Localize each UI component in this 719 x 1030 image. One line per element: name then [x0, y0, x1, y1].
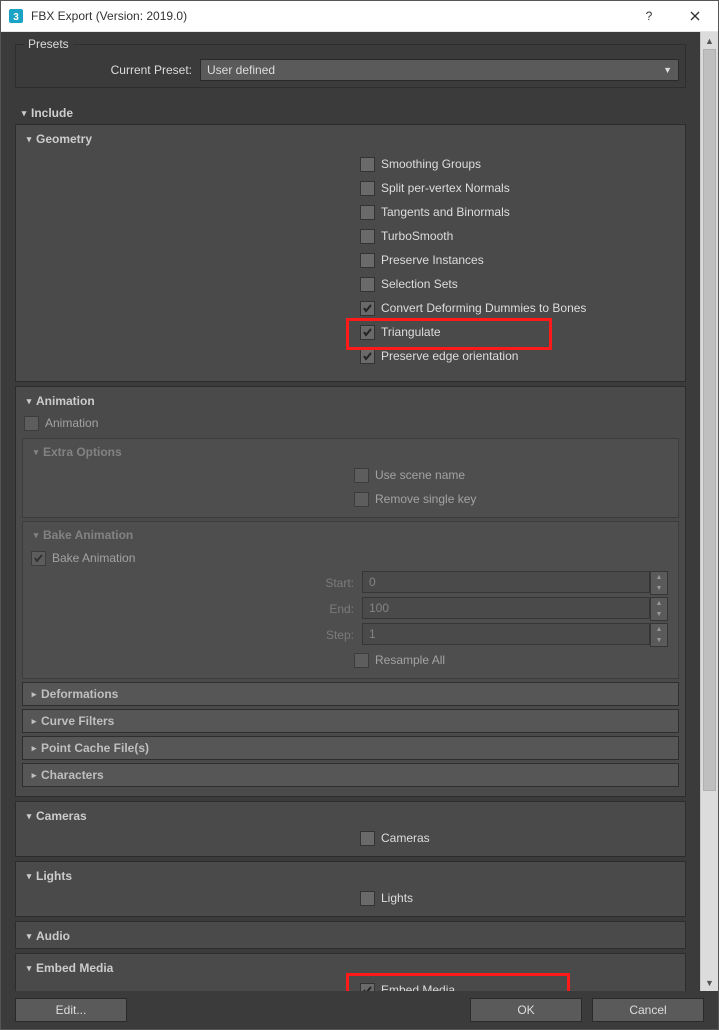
split-normals-row: Split per-vertex Normals	[22, 176, 679, 200]
smoothing-groups-row: Smoothing Groups	[22, 152, 679, 176]
cancel-button[interactable]: Cancel	[592, 998, 704, 1022]
selection-sets-checkbox[interactable]	[360, 277, 375, 292]
fbx-export-dialog: 3 FBX Export (Version: 2019.0) ? Presets…	[0, 0, 719, 1030]
presets-legend: Presets	[24, 37, 73, 51]
cameras-header[interactable]: Cameras	[22, 806, 679, 826]
close-button[interactable]	[672, 1, 718, 31]
bake-start-spinner[interactable]: ▲▼	[650, 571, 668, 595]
convert-dummies-row: Convert Deforming Dummies to Bones	[22, 296, 679, 320]
window-title: FBX Export (Version: 2019.0)	[31, 9, 626, 23]
selection-sets-row: Selection Sets	[22, 272, 679, 296]
current-preset-value: User defined	[207, 63, 275, 77]
include-header[interactable]: Include	[15, 102, 686, 124]
bake-step-input[interactable]: 1	[362, 623, 650, 645]
convert-dummies-checkbox[interactable]	[360, 301, 375, 316]
presets-group: Presets Current Preset: User defined ▼	[15, 44, 686, 88]
bake-animation-header[interactable]: Bake Animation	[29, 528, 672, 542]
bake-animation-subsection: Bake Animation Bake Animation Start:0▲▼ …	[22, 521, 679, 679]
tangents-checkbox[interactable]	[360, 205, 375, 220]
edit-button[interactable]: Edit...	[15, 998, 127, 1022]
remove-single-key-checkbox[interactable]	[354, 492, 369, 507]
svg-text:3: 3	[13, 12, 19, 23]
audio-header[interactable]: Audio	[22, 926, 679, 946]
preserve-edge-row: Preserve edge orientation	[22, 344, 679, 368]
geometry-header[interactable]: Geometry	[22, 129, 679, 149]
bake-animation-checkbox[interactable]	[31, 551, 46, 566]
bake-start-input[interactable]: 0	[362, 571, 650, 593]
smoothing-groups-checkbox[interactable]	[360, 157, 375, 172]
bake-end-input[interactable]: 100	[362, 597, 650, 619]
help-button[interactable]: ?	[626, 1, 672, 31]
current-preset-label: Current Preset:	[22, 63, 200, 77]
triangulate-row: Triangulate	[22, 320, 679, 344]
lights-checkbox[interactable]	[360, 891, 375, 906]
bake-step-label: Step:	[29, 628, 362, 642]
bake-end-label: End:	[29, 602, 362, 616]
turbosmooth-checkbox[interactable]	[360, 229, 375, 244]
triangulate-checkbox[interactable]	[360, 325, 375, 340]
cameras-section: Cameras Cameras	[15, 801, 686, 857]
dialog-content: Presets Current Preset: User defined ▼ I…	[1, 32, 700, 991]
scroll-up-arrow-icon[interactable]: ▲	[701, 32, 718, 49]
embed-media-section: Embed Media Embed Media	[15, 953, 686, 991]
point-cache-header[interactable]: Point Cache File(s)	[22, 736, 679, 760]
preserve-instances-row: Preserve Instances	[22, 248, 679, 272]
animation-section: Animation Animation Extra Options Use sc…	[15, 386, 686, 797]
preserve-edge-checkbox[interactable]	[360, 349, 375, 364]
animation-checkbox[interactable]	[24, 416, 39, 431]
geometry-section: Geometry Smoothing Groups Split per-vert…	[15, 124, 686, 382]
bake-start-label: Start:	[29, 576, 362, 590]
scroll-down-arrow-icon[interactable]: ▼	[701, 974, 718, 991]
bake-end-spinner[interactable]: ▲▼	[650, 597, 668, 621]
chevron-down-icon: ▼	[663, 65, 672, 75]
preserve-instances-checkbox[interactable]	[360, 253, 375, 268]
use-scene-name-checkbox[interactable]	[354, 468, 369, 483]
extra-options-header[interactable]: Extra Options	[29, 445, 672, 459]
current-preset-select[interactable]: User defined ▼	[200, 59, 679, 81]
cameras-checkbox[interactable]	[360, 831, 375, 846]
split-normals-checkbox[interactable]	[360, 181, 375, 196]
vertical-scrollbar[interactable]: ▲ ▼	[700, 32, 718, 991]
tangents-row: Tangents and Binormals	[22, 200, 679, 224]
characters-header[interactable]: Characters	[22, 763, 679, 787]
extra-options-subsection: Extra Options Use scene name Remove sing…	[22, 438, 679, 518]
embed-media-checkbox[interactable]	[360, 983, 375, 992]
animation-toggle-row: Animation	[22, 411, 679, 435]
animation-header[interactable]: Animation	[22, 391, 679, 411]
dialog-footer: Edit... OK Cancel	[1, 991, 718, 1029]
app-icon: 3	[7, 7, 25, 25]
resample-all-checkbox[interactable]	[354, 653, 369, 668]
turbosmooth-row: TurboSmooth	[22, 224, 679, 248]
embed-media-header[interactable]: Embed Media	[22, 958, 679, 978]
lights-section: Lights Lights	[15, 861, 686, 917]
bake-step-spinner[interactable]: ▲▼	[650, 623, 668, 647]
titlebar: 3 FBX Export (Version: 2019.0) ?	[1, 1, 718, 32]
scroll-thumb[interactable]	[703, 49, 716, 791]
audio-section: Audio	[15, 921, 686, 949]
ok-button[interactable]: OK	[470, 998, 582, 1022]
curve-filters-header[interactable]: Curve Filters	[22, 709, 679, 733]
lights-header[interactable]: Lights	[22, 866, 679, 886]
deformations-header[interactable]: Deformations	[22, 682, 679, 706]
